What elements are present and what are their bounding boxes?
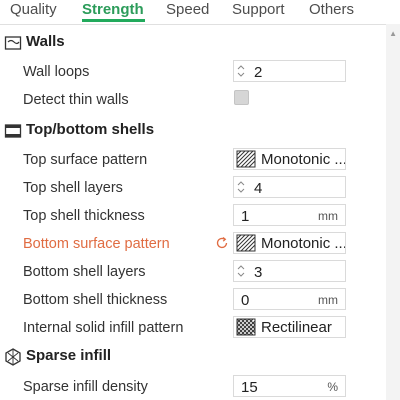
setting-row-internal-solid-infill-pattern: Internal solid infill pattern Rectilinea…	[0, 316, 386, 340]
setting-row-bottom-shell-thickness: Bottom shell thickness 0 mm	[0, 288, 386, 312]
top-shell-layers-spinbox[interactable]: 4	[233, 176, 346, 198]
setting-row-wall-loops: Wall loops 2	[0, 60, 386, 84]
top-shell-thickness-input[interactable]: 1 mm	[233, 204, 346, 226]
section-top-bottom-shells-title: Top/bottom shells	[26, 121, 155, 138]
wall-loops-spinbox[interactable]: 2	[233, 60, 346, 82]
bottom-surface-pattern-label: Bottom surface pattern	[23, 236, 170, 252]
top-shell-layers-value: 4	[254, 180, 263, 197]
section-top-bottom-shells: Top/bottom shells	[0, 120, 386, 142]
sparse-infill-density-unit: %	[327, 380, 338, 394]
scrollbar[interactable]	[386, 24, 400, 400]
settings-tab-bar: Quality Strength Speed Support Others	[0, 0, 400, 25]
setting-row-bottom-shell-layers: Bottom shell layers 3	[0, 260, 386, 284]
spin-arrows-icon[interactable]	[236, 180, 246, 194]
bottom-shell-layers-label: Bottom shell layers	[23, 264, 146, 280]
top-shell-thickness-label: Top shell thickness	[23, 208, 145, 224]
bottom-shell-thickness-label: Bottom shell thickness	[23, 292, 168, 308]
tab-quality[interactable]: Quality	[10, 1, 57, 18]
sparse-infill-density-label: Sparse infill density	[23, 379, 148, 395]
sparse-infill-density-value: 15	[241, 379, 258, 396]
section-walls: Walls	[0, 32, 386, 54]
bottom-surface-pattern-value: Monotonic ...	[261, 235, 346, 252]
tab-strength[interactable]: Strength	[82, 1, 144, 18]
internal-solid-infill-pattern-dropdown[interactable]: Rectilinear	[233, 316, 346, 338]
bottom-shell-thickness-unit: mm	[318, 293, 338, 307]
reset-icon[interactable]	[215, 236, 229, 250]
section-sparse-infill: Sparse infill	[0, 346, 386, 368]
bottom-surface-pattern-dropdown[interactable]: Monotonic ...	[233, 232, 346, 254]
spin-arrows-icon[interactable]	[236, 64, 246, 78]
top-shell-layers-label: Top shell layers	[23, 180, 123, 196]
bottom-shell-layers-value: 3	[254, 264, 263, 281]
monotonic-pattern-icon	[236, 234, 256, 252]
internal-solid-infill-pattern-label: Internal solid infill pattern	[23, 320, 184, 336]
sparse-infill-density-input[interactable]: 15 %	[233, 375, 346, 397]
bottom-shell-thickness-input[interactable]: 0 mm	[233, 288, 346, 310]
setting-row-detect-thin-walls: Detect thin walls	[0, 88, 386, 112]
section-sparse-infill-title: Sparse infill	[26, 347, 112, 364]
bottom-shell-thickness-value: 0	[241, 292, 250, 309]
active-tab-indicator	[82, 19, 145, 22]
detect-thin-walls-checkbox[interactable]	[234, 90, 249, 105]
scroll-up-arrow-icon[interactable]: ▲	[389, 30, 397, 38]
tab-others[interactable]: Others	[309, 1, 354, 18]
bottom-shell-layers-spinbox[interactable]: 3	[233, 260, 346, 282]
setting-row-bottom-surface-pattern: Bottom surface pattern Monotonic ...	[0, 232, 386, 256]
setting-row-top-shell-layers: Top shell layers 4	[0, 176, 386, 200]
top-surface-pattern-label: Top surface pattern	[23, 152, 148, 168]
tab-support[interactable]: Support	[232, 1, 285, 18]
infill-icon	[5, 348, 21, 366]
top-surface-pattern-dropdown[interactable]: Monotonic ...	[233, 148, 346, 170]
setting-row-top-surface-pattern: Top surface pattern Monotonic ...	[0, 148, 386, 172]
top-shell-thickness-value: 1	[241, 208, 250, 225]
settings-panel: Walls Wall loops 2 Detect thin walls Top…	[0, 24, 386, 400]
detect-thin-walls-label: Detect thin walls	[23, 92, 129, 108]
walls-icon	[4, 36, 22, 50]
wall-loops-label: Wall loops	[23, 64, 90, 80]
monotonic-pattern-icon	[236, 150, 256, 168]
rectilinear-pattern-icon	[236, 318, 256, 336]
tab-speed[interactable]: Speed	[166, 1, 209, 18]
spin-arrows-icon[interactable]	[236, 264, 246, 278]
internal-solid-infill-pattern-value: Rectilinear	[261, 319, 332, 336]
section-walls-title: Walls	[26, 33, 65, 50]
top-surface-pattern-value: Monotonic ...	[261, 151, 346, 168]
top-shell-thickness-unit: mm	[318, 209, 338, 223]
setting-row-sparse-infill-density: Sparse infill density 15 %	[0, 375, 386, 399]
wall-loops-value: 2	[254, 64, 263, 81]
setting-row-top-shell-thickness: Top shell thickness 1 mm	[0, 204, 386, 228]
shells-icon	[4, 124, 22, 138]
